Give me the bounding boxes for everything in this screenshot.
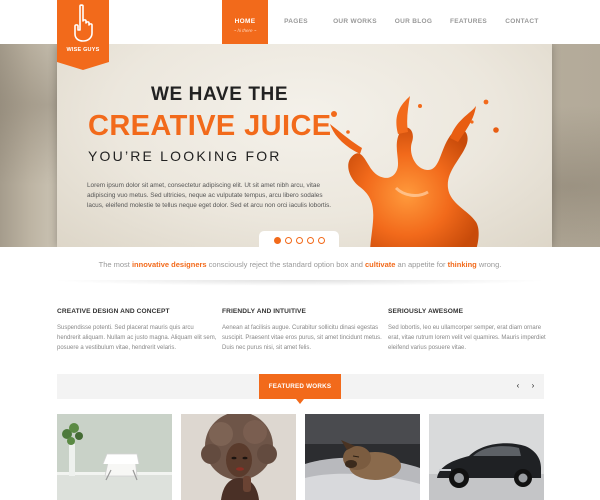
next-arrow-icon[interactable]: ›: [527, 380, 539, 392]
slider-dot-2[interactable]: [284, 236, 292, 244]
tagline: The most innovative designers consciousl…: [98, 260, 502, 269]
nav-item-label: CONTACT: [505, 18, 539, 25]
featured-work-thumb-car[interactable]: [429, 414, 544, 500]
featured-work-thumb-dog[interactable]: [305, 414, 420, 500]
tagline-highlight: innovative designers: [131, 260, 207, 269]
slider-dot-5[interactable]: [317, 236, 325, 244]
feature-column-2: FRIENDLY AND INTUITIVE Aenean at facilis…: [222, 308, 382, 353]
hero-heading-line1: WE HAVE THE: [151, 84, 289, 105]
tagline-divider: [50, 280, 550, 286]
nav-item-label: HOME: [234, 18, 256, 25]
hero-heading-line2: CREATIVE JUICE: [88, 110, 332, 142]
nav-item-pages[interactable]: PAGES: [268, 0, 324, 44]
featured-work-thumb-portrait[interactable]: [181, 414, 296, 500]
featured-works-label: FEATURED WORKS: [259, 374, 341, 404]
nav-item-home[interactable]: HOME ~ hi there ~: [222, 0, 268, 44]
feature-title: FRIENDLY AND INTUITIVE: [222, 308, 307, 315]
nav-item-contact[interactable]: CONTACT: [496, 0, 548, 44]
hero-heading-line3: YOU’RE LOOKING FOR: [88, 148, 282, 164]
slider-dot-3[interactable]: [295, 236, 303, 244]
main-nav: HOME ~ hi there ~ PAGES OUR WORKS OUR BL…: [222, 0, 548, 44]
hand-pointer-icon: [74, 4, 93, 42]
feature-text: Aenean at facilisis augue. Curabitur sol…: [222, 325, 382, 351]
slider-dot-4[interactable]: [306, 236, 314, 244]
featured-work-thumb-chair[interactable]: [57, 414, 172, 500]
nav-item-label: PAGES: [284, 18, 308, 25]
hero-body-text: Lorem ipsum dolor sit amet, consectetur …: [87, 182, 332, 209]
nav-item-subtitle: ~ hi there ~: [233, 28, 257, 33]
tagline-highlight: cultivate: [365, 260, 396, 269]
site-header: WISE GUYS HOME ~ hi there ~ PAGES OUR WO…: [0, 0, 600, 70]
nav-item-label: OUR BLOG: [394, 18, 433, 25]
feature-text: Suspendisse potenti. Sed placerat mauris…: [57, 325, 217, 351]
orange-juice-splash-image: [330, 96, 499, 247]
feature-column-3: SERIOUSLY AWESOME Sed lobortis, leo eu u…: [388, 308, 548, 353]
hero-slider: WE HAVE THE CREATIVE JUICE YOU’RE LOOKIN…: [0, 44, 600, 247]
nav-item-our-works[interactable]: OUR WORKS: [324, 0, 386, 44]
tagline-highlight: thinking: [447, 260, 477, 269]
slider-pagination: [259, 231, 339, 249]
feature-title: SERIOUSLY AWESOME: [388, 308, 464, 315]
logo-text: WISE GUYS: [66, 47, 100, 53]
logo[interactable]: WISE GUYS: [57, 0, 109, 70]
nav-item-our-blog[interactable]: OUR BLOG: [386, 0, 441, 44]
nav-item-features[interactable]: FEATURES: [441, 0, 496, 44]
prev-arrow-icon[interactable]: ‹: [512, 380, 524, 392]
feature-column-1: CREATIVE DESIGN AND CONCEPT Suspendisse …: [57, 308, 217, 353]
feature-text: Sed lobortis, leo eu ullamcorper semper,…: [388, 325, 546, 351]
nav-item-label: OUR WORKS: [333, 18, 377, 25]
nav-item-label: FEATURES: [450, 18, 487, 25]
slider-dot-1[interactable]: [273, 236, 281, 244]
feature-title: CREATIVE DESIGN AND CONCEPT: [57, 308, 170, 315]
